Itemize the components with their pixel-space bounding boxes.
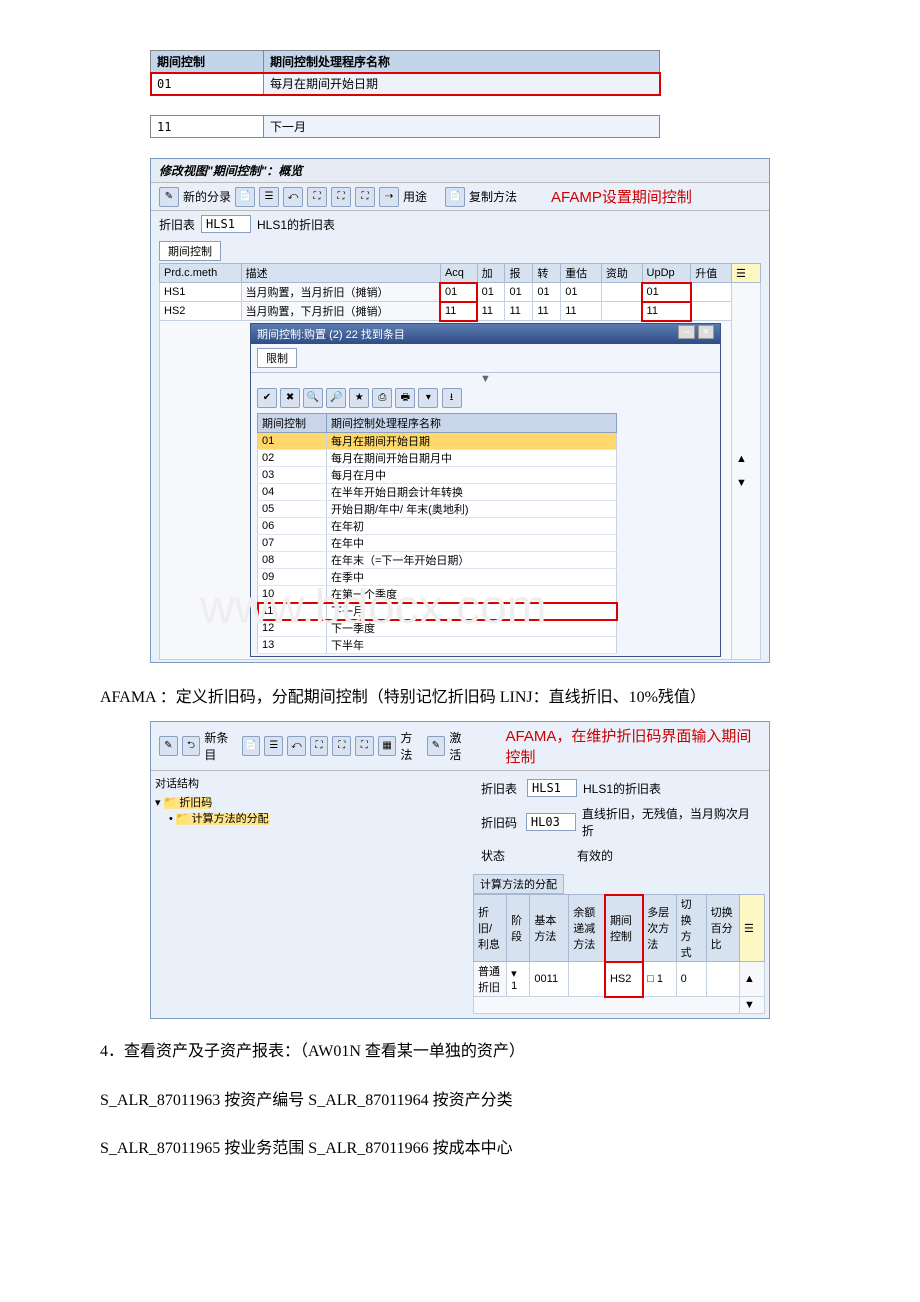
gcol9: 升值 (691, 264, 732, 283)
gcol7: 资助 (601, 264, 642, 283)
afama-scroll[interactable]: ▲ (740, 962, 765, 997)
grid-scrollbar[interactable]: ▲▼ (732, 283, 761, 660)
link-icon[interactable]: ⇢ (379, 187, 399, 207)
copy3-icon[interactable]: 📄 (242, 736, 261, 756)
period-control-header-table2: 11 下一月 (150, 115, 660, 138)
back-icon[interactable]: ⮌ (182, 736, 201, 756)
delim3-icon[interactable]: ⛶ (310, 736, 329, 756)
list-item[interactable]: 12下一季度 (258, 620, 617, 637)
undo3-icon[interactable]: ⤺ (287, 736, 306, 756)
new-entries-button[interactable]: 新的分录 (183, 188, 231, 205)
gcol8: UpDp (642, 264, 691, 283)
more-icon[interactable]: ⎙ (372, 388, 392, 408)
gcol2: Acq (440, 264, 477, 283)
minimize-icon[interactable]: – (678, 325, 694, 339)
panel-title: 修改视图"期间控制"：概览 (151, 159, 769, 183)
list-item[interactable]: 09在季中 (258, 569, 617, 586)
depr-chart-row: 折旧表 HLS1 HLS1的折旧表 (151, 211, 769, 237)
depr-chart-desc: HLS1的折旧表 (257, 216, 335, 233)
close2-icon[interactable]: ✖ (280, 388, 300, 408)
findnext-icon[interactable]: 🔎 (326, 388, 346, 408)
list-item[interactable]: 04在半年开始日期会计年转换 (258, 484, 617, 501)
close-icon[interactable]: × (698, 325, 714, 339)
layout-icon[interactable]: ▦ (378, 736, 397, 756)
dsa3-icon[interactable]: ⛶ (355, 736, 374, 756)
down-icon[interactable]: ▾ (418, 388, 438, 408)
headerrow2-desc: 下一月 (264, 116, 660, 138)
gcol0: Prd.c.meth (160, 264, 242, 283)
confirm-icon[interactable]: ✔ (257, 388, 277, 408)
list-item-1: 4．查看资产及子资产报表：（AW01N 查看某一单独的资产） (100, 1037, 820, 1067)
afama-panel: ✎ ⮌ 新条目 📄 ☰ ⤺ ⛶ ⛶ ⛶ ▦ 方法 ✎ 激活 AFAMA，在维护折… (150, 721, 770, 1019)
list-item[interactable]: 07在年中 (258, 535, 617, 552)
export-icon[interactable]: ⭳ (442, 388, 462, 408)
list-item[interactable]: 11下一月 (258, 603, 617, 620)
headerrow1-desc: 每月在期间开始日期 (264, 73, 660, 95)
gcol4: 报 (505, 264, 533, 283)
expand2-icon[interactable]: ✎ (159, 736, 178, 756)
method-button[interactable]: 方法 (400, 729, 422, 763)
copy-icon[interactable]: 📄 (235, 187, 255, 207)
usage-button[interactable]: 用途 (403, 188, 427, 205)
activate-icon[interactable]: ✎ (427, 736, 446, 756)
depr-chart-label: 折旧表 (159, 216, 195, 233)
list-item[interactable]: 05开始日期/年中/ 年末(奥地利) (258, 501, 617, 518)
find-icon[interactable]: 🔍 (303, 388, 323, 408)
col-period-ctrl: 期间控制 (151, 51, 264, 73)
dialog-tree: 对话结构 ▾ 折旧码 • 计算方法的分配 (151, 771, 309, 1018)
list-item[interactable]: 10在第一个季度 (258, 586, 617, 603)
deselect-icon[interactable]: ⛶ (355, 187, 375, 207)
fav-icon[interactable]: ★ (349, 388, 369, 408)
list-item[interactable]: 06在年初 (258, 518, 617, 535)
delete-icon[interactable]: ⛶ (307, 187, 327, 207)
print-icon[interactable]: 🖶 (395, 388, 415, 408)
section-period-ctrl: 期间控制 (159, 241, 221, 261)
period-control-header-table: 期间控制 期间控制处理程序名称 01 每月在期间开始日期 (150, 50, 660, 95)
headerrow2-code: 11 (151, 116, 264, 138)
tree-calc[interactable]: 计算方法的分配 (176, 813, 269, 825)
undo-icon[interactable]: ⤺ (283, 187, 303, 207)
expand-icon[interactable]: ✎ (159, 187, 179, 207)
select-all-icon[interactable]: ⛶ (331, 187, 351, 207)
period-grid: Prd.c.meth 描述 Acq 加 报 转 重估 资助 UpDp 升值 ☰ … (159, 263, 761, 660)
table-row: HS1 当月购置，当月折旧（摊销） 01 01 01 01 01 01 ▲▼ (160, 283, 761, 302)
panel-toolbar: ✎ 新的分录 📄 ☰ ⤺ ⛶ ⛶ ⛶ ⇢ 用途 📄 复制方法 AFAMP设置期间… (151, 183, 769, 211)
list-item-3: S_ALR_87011965 按业务范围 S_ALR_87011966 按成本中… (100, 1134, 820, 1164)
list-item[interactable]: 02每月在期间开始日期月中 (258, 450, 617, 467)
gcol1: 描述 (241, 264, 440, 283)
list-item-2: S_ALR_87011963 按资产编号 S_ALR_87011964 按资产分… (100, 1086, 820, 1116)
table-row: 普通折旧 ▾ 1 0011 HS2 □ 1 0 ▲ (474, 962, 765, 997)
list-item[interactable]: 08在年末（=下一年开始日期） (258, 552, 617, 569)
new-entry-button[interactable]: 新条目 (204, 729, 237, 763)
tree-depkey[interactable]: 折旧码 (164, 797, 213, 809)
restrict-tab[interactable]: 限制 (257, 348, 297, 368)
copy-method-button[interactable]: 复制方法 (469, 188, 517, 205)
gcol3: 加 (477, 264, 505, 283)
popup-title-text: 期间控制:购置 (2) 22 找到条目 (257, 326, 405, 342)
popup-list: 期间控制 期间控制处理程序名称 01每月在期间开始日期02每月在期间开始日期月中… (257, 413, 714, 654)
afamp-annotation: AFAMP设置期间控制 (551, 186, 692, 207)
headerrow1-code: 01 (151, 73, 264, 95)
copy-method-icon[interactable]: 📄 (445, 187, 465, 207)
list-item[interactable]: 03每月在月中 (258, 467, 617, 484)
col-prog-name: 期间控制处理程序名称 (264, 51, 660, 73)
afama-description: AFAMA ：定义折旧码，分配期间控制（特别记忆折旧码 LINJ：直线折旧、10… (100, 683, 820, 713)
modify-view-panel: 修改视图"期间控制"：概览 ✎ 新的分录 📄 ☰ ⤺ ⛶ ⛶ ⛶ ⇢ 用途 📄 … (150, 158, 770, 663)
activate-button[interactable]: 激活 (449, 729, 471, 763)
sel3-icon[interactable]: ☰ (264, 736, 283, 756)
period-search-popup: 期间控制:购置 (2) 22 找到条目 – × 限制 ▼ ✔ ✖ 🔍 🔎 ★ (250, 323, 721, 657)
sa3-icon[interactable]: ⛶ (332, 736, 351, 756)
list-item[interactable]: 13下半年 (258, 637, 617, 654)
afama-annotation: AFAMA，在维护折旧码界面输入期间控制 (506, 725, 761, 767)
tree-header: 对话结构 (155, 775, 305, 791)
list-item[interactable]: 01每月在期间开始日期 (258, 433, 617, 450)
select-icon[interactable]: ☰ (259, 187, 279, 207)
gcol5: 转 (533, 264, 561, 283)
table-row: HS2 当月购置，下月折旧（摊销） 11 11 11 11 11 11 (160, 302, 761, 321)
gcol6: 重估 (561, 264, 602, 283)
depr-chart-code[interactable]: HLS1 (201, 215, 251, 233)
afama-grid: 折旧/利息 阶段 基本方法 余额递减方法 期间控制 多层次方法 切换方式 切换百… (473, 894, 765, 1014)
